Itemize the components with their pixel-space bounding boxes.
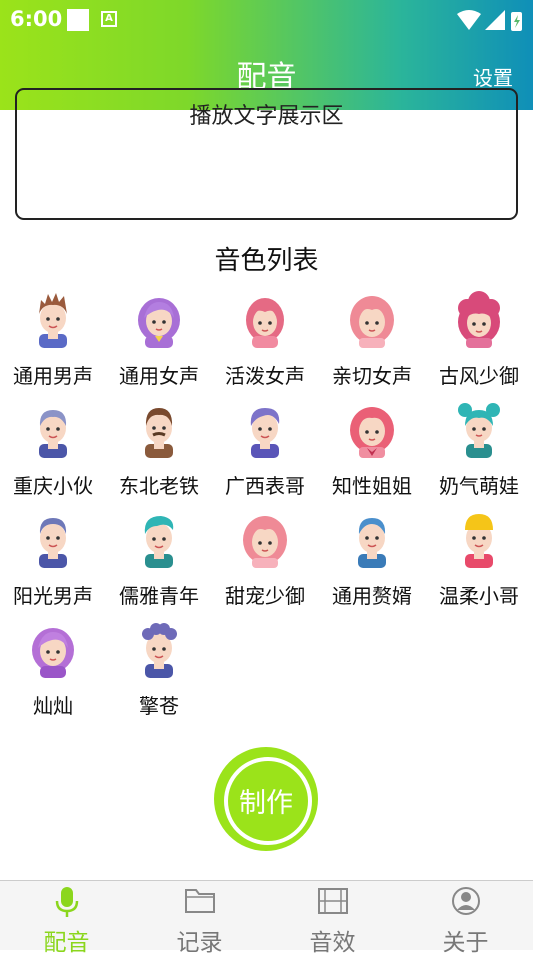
playback-text-placeholder: 播放文字展示区 xyxy=(189,104,344,129)
playback-text-area[interactable]: 播放文字展示区 xyxy=(15,88,518,220)
tab-label: 记录 xyxy=(176,930,223,956)
voice-item[interactable]: 古风少御 xyxy=(426,286,532,396)
man-brown-spiky-hair-avatar xyxy=(39,293,67,348)
tab-label: 关于 xyxy=(442,930,489,956)
voice-label: 古风少御 xyxy=(439,364,519,388)
woman-magenta-curly-hair-avatar xyxy=(458,291,500,348)
voice-item[interactable]: 广西表哥 xyxy=(212,396,318,506)
voice-label: 奶气萌娃 xyxy=(439,474,519,498)
voice-item[interactable]: 通用女声 xyxy=(106,286,212,396)
status-bar: 6:00 A xyxy=(0,0,533,38)
notification-square-icon xyxy=(67,9,89,31)
voice-label: 儒雅青年 xyxy=(119,584,199,608)
man-blue-hair-avatar xyxy=(358,518,386,568)
man-curly-purple-hair-avatar xyxy=(142,623,177,678)
voice-label: 擎苍 xyxy=(139,694,179,718)
voice-item[interactable]: 灿灿 xyxy=(0,616,106,726)
voice-label: 通用女声 xyxy=(119,364,199,388)
voice-list-title: 音色列表 xyxy=(214,246,319,276)
woman-pink-bow-avatar xyxy=(350,407,394,458)
voice-label: 通用赘婿 xyxy=(332,584,412,608)
voice-label: 灿灿 xyxy=(33,694,73,718)
voice-label: 东北老铁 xyxy=(119,474,199,498)
man-grey-hair-avatar xyxy=(39,410,67,458)
voice-label: 广西表哥 xyxy=(225,474,305,498)
voice-item[interactable]: 甜宠少御 xyxy=(212,506,318,616)
notification-a-icon: A xyxy=(101,11,117,27)
voice-item[interactable]: 阳光男声 xyxy=(0,506,106,616)
man-slate-hair-avatar xyxy=(39,518,67,568)
voice-item[interactable]: 温柔小哥 xyxy=(426,506,532,616)
voice-item[interactable]: 奶气萌娃 xyxy=(426,396,532,506)
make-button-label: 制作 xyxy=(239,788,293,819)
voice-item[interactable]: 东北老铁 xyxy=(106,396,212,506)
voice-item[interactable]: 知性姐姐 xyxy=(319,396,425,506)
voice-item[interactable]: 通用男声 xyxy=(0,286,106,396)
make-button[interactable]: 制作 xyxy=(214,747,318,851)
user-circle-icon xyxy=(451,887,480,915)
man-brown-hair-mustache-avatar xyxy=(145,408,173,458)
voice-label: 通用男声 xyxy=(13,364,93,388)
tab-dubbing[interactable]: 配音 xyxy=(0,881,133,956)
tab-label: 配音 xyxy=(43,930,90,956)
woman-purple-hair-avatar xyxy=(138,298,180,348)
voice-item[interactable]: 擎苍 xyxy=(106,616,212,726)
voice-item[interactable]: 通用赘婿 xyxy=(319,506,425,616)
status-time: 6:00 xyxy=(10,7,63,31)
voice-label: 知性姐姐 xyxy=(332,474,412,498)
girl-purple-hair-avatar xyxy=(32,628,74,678)
bottom-tab-bar: 配音 记录 音效 关于 xyxy=(0,880,533,956)
voice-item[interactable]: 活泼女声 xyxy=(212,286,318,396)
tab-sound-effects[interactable]: 音效 xyxy=(266,881,399,956)
woman-pink-long-hair-avatar xyxy=(350,296,394,348)
tab-label: 音效 xyxy=(309,930,356,956)
voice-item[interactable]: 儒雅青年 xyxy=(106,506,212,616)
voice-label: 阳光男声 xyxy=(13,584,93,608)
voice-item[interactable]: 亲切女声 xyxy=(319,286,425,396)
girl-pink-hair-avatar xyxy=(246,298,284,348)
boy-yellow-hat-avatar xyxy=(465,514,493,568)
tab-records[interactable]: 记录 xyxy=(133,881,266,956)
wifi-icon xyxy=(457,10,481,30)
tab-about[interactable]: 关于 xyxy=(399,881,532,956)
signal-icon xyxy=(485,10,505,30)
voice-label: 重庆小伙 xyxy=(13,474,93,498)
system-status-icons xyxy=(457,10,522,31)
film-icon xyxy=(317,888,348,914)
man-purple-hair-avatar xyxy=(250,408,280,458)
voice-label: 温柔小哥 xyxy=(439,584,519,608)
man-teal-hair-avatar xyxy=(144,516,174,568)
voice-label: 甜宠少御 xyxy=(225,584,305,608)
microphone-icon xyxy=(55,887,78,917)
voice-label: 亲切女声 xyxy=(332,364,412,388)
woman-pink-long-hair-avatar xyxy=(243,516,287,568)
folder-icon xyxy=(184,889,215,913)
voice-label: 活泼女声 xyxy=(225,364,305,388)
settings-button[interactable]: 设置 xyxy=(473,62,513,91)
girl-teal-buns-avatar xyxy=(458,403,500,458)
voice-item[interactable]: 重庆小伙 xyxy=(0,396,106,506)
